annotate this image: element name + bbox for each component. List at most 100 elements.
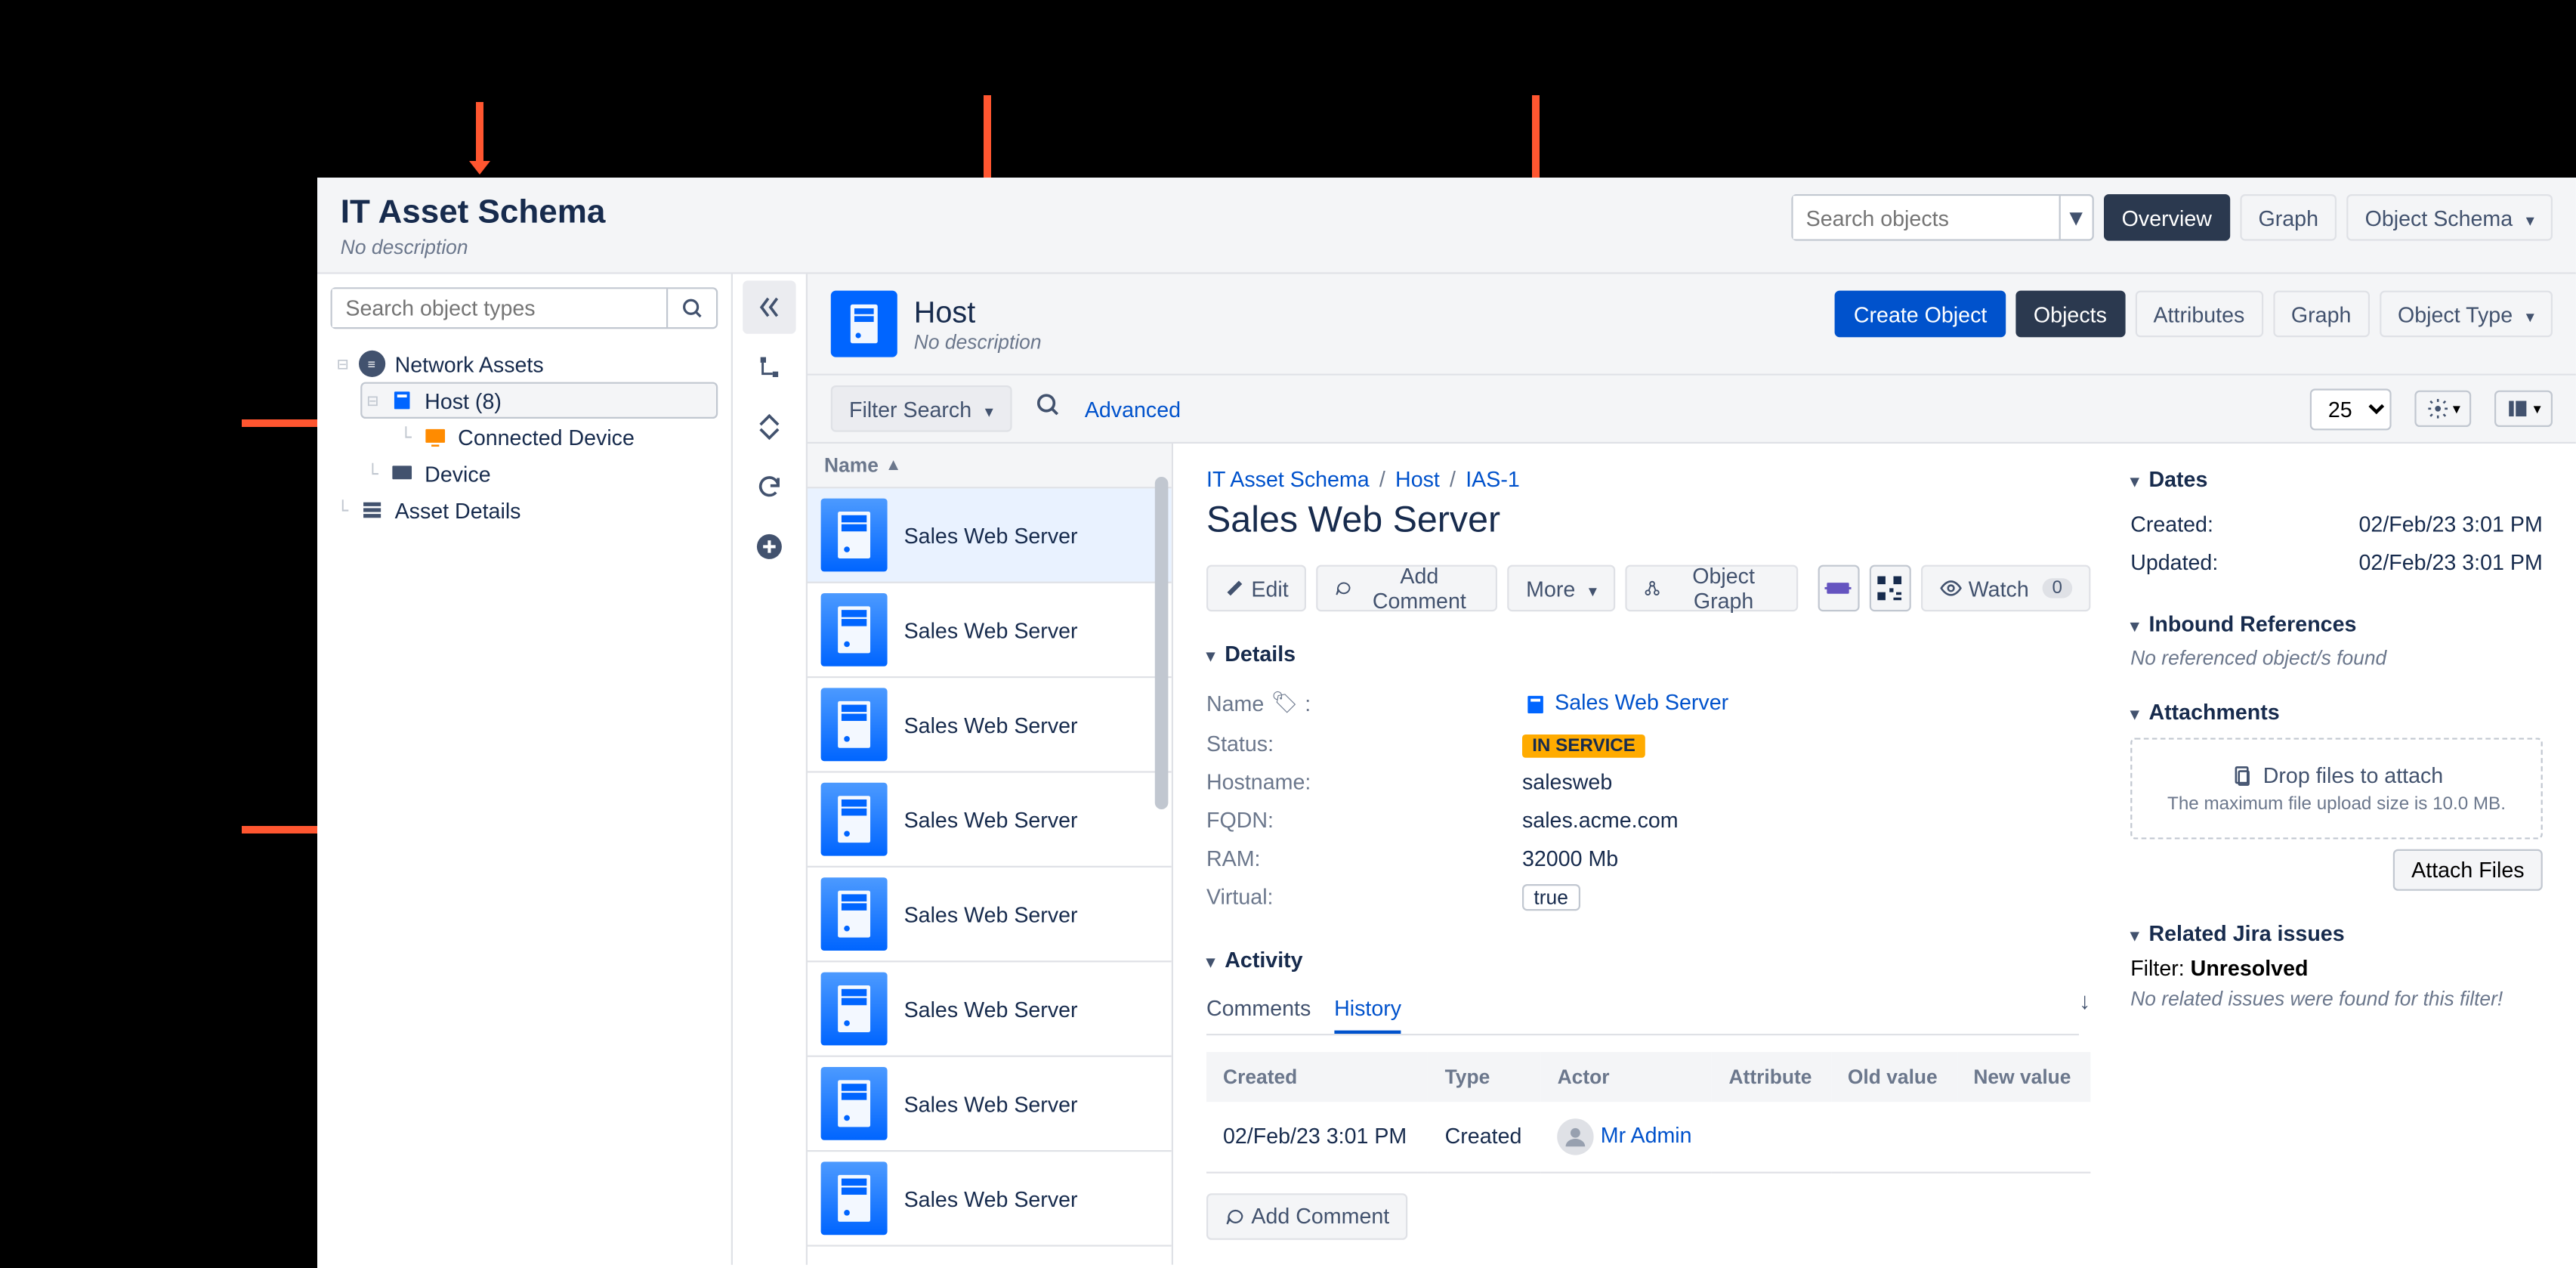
- crumb-schema[interactable]: IT Asset Schema: [1206, 467, 1370, 492]
- actor-link[interactable]: Mr Admin: [1601, 1122, 1692, 1147]
- filter-search-button[interactable]: Filter Search: [831, 385, 1012, 432]
- more-button[interactable]: More: [1508, 565, 1615, 612]
- server-icon: [821, 973, 888, 1046]
- server-icon: [821, 688, 888, 761]
- pencil-icon: [1225, 578, 1244, 598]
- objects-tab-button[interactable]: Objects: [2015, 291, 2125, 338]
- eye-icon: [1938, 577, 1962, 600]
- tree-item-host[interactable]: ⊟ Host (8): [360, 382, 718, 419]
- annotation-arrow-1: [476, 102, 483, 162]
- overview-button[interactable]: Overview: [2103, 194, 2230, 241]
- comment-icon: [1335, 578, 1352, 598]
- create-object-button[interactable]: Create Object: [1836, 291, 2006, 338]
- list-scrollbar[interactable]: [1155, 477, 1169, 809]
- edit-button[interactable]: Edit: [1206, 565, 1307, 612]
- host-icon: [388, 387, 415, 413]
- jira-issues-header[interactable]: Related Jira issues: [2130, 920, 2543, 945]
- tree-tool-refresh[interactable]: [743, 460, 795, 513]
- crumb-type[interactable]: Host: [1395, 467, 1440, 492]
- list-item[interactable]: Sales Web Server: [808, 1152, 1172, 1246]
- connected-device-icon: [422, 424, 448, 450]
- object-schema-button[interactable]: Object Schema: [2346, 194, 2553, 241]
- breadcrumb: IT Asset Schema / Host / IAS-1: [1206, 467, 2090, 492]
- collapse-sidebar-button[interactable]: [743, 280, 795, 333]
- host-icon: [1522, 691, 1549, 717]
- sidebar: ⊟ ≡ Network Assets ⊟ Host (8) └ Co: [317, 274, 733, 1265]
- tree-tool-collapse-all[interactable]: [743, 401, 795, 453]
- search-dropdown-toggle[interactable]: ▾: [2059, 196, 2092, 239]
- name-link[interactable]: Sales Web Server: [1555, 690, 1728, 715]
- graph-tab-button[interactable]: Graph: [2273, 291, 2370, 338]
- settings-dropdown[interactable]: ▾: [2414, 391, 2472, 427]
- list-item-label: Sales Web Server: [904, 617, 1078, 642]
- tab-comments[interactable]: Comments: [1206, 985, 1311, 1033]
- watch-button[interactable]: Watch 0: [1920, 565, 2090, 612]
- object-type-tree: ⊟ ≡ Network Assets ⊟ Host (8) └ Co: [331, 345, 718, 528]
- object-detail-panel: IT Asset Schema / Host / IAS-1 Sales Web…: [1173, 444, 2576, 1265]
- tree-tool-hierarchy[interactable]: [743, 341, 795, 394]
- crumb-id[interactable]: IAS-1: [1466, 467, 1520, 492]
- list-item[interactable]: Sales Web Server: [808, 773, 1172, 867]
- attachment-dropzone[interactable]: Drop files to attach The maximum file up…: [2130, 738, 2543, 839]
- object-graph-button[interactable]: Object Graph: [1625, 565, 1798, 612]
- search-object-types-input[interactable]: [332, 289, 666, 327]
- search-objects-wrap: ▾: [1791, 194, 2093, 241]
- list-item-label: Sales Web Server: [904, 902, 1078, 926]
- graph-button[interactable]: Graph: [2240, 194, 2337, 241]
- list-item[interactable]: Sales Web Server: [808, 962, 1172, 1056]
- search-icon[interactable]: [666, 289, 716, 327]
- avatar: [1558, 1118, 1594, 1154]
- advanced-link[interactable]: Advanced: [1085, 396, 1181, 421]
- tree-item-asset-details[interactable]: └ Asset Details: [331, 492, 718, 528]
- list-column-header[interactable]: Name ▲: [808, 444, 1172, 488]
- list-item-label: Sales Web Server: [904, 523, 1078, 548]
- list-item-label: Sales Web Server: [904, 712, 1078, 737]
- filter-search-icon[interactable]: [1035, 391, 1061, 426]
- list-item-label: Sales Web Server: [904, 1186, 1078, 1211]
- inbound-empty-text: No referenced object/s found: [2130, 646, 2543, 670]
- search-objects-input[interactable]: [1793, 196, 2059, 239]
- attributes-tab-button[interactable]: Attributes: [2135, 291, 2262, 338]
- attachments-header[interactable]: Attachments: [2130, 700, 2543, 725]
- object-type-title: Host: [914, 295, 1042, 329]
- qrcode-button[interactable]: [1869, 565, 1910, 612]
- page-size-select[interactable]: 25: [2310, 388, 2392, 429]
- tree-item-device[interactable]: └ Device: [360, 455, 718, 491]
- detail-side-panel: Dates Created:02/Feb/23 3:01 PM Updated:…: [2130, 467, 2543, 1242]
- print-button[interactable]: [1818, 565, 1859, 612]
- tree-tool-add[interactable]: [743, 520, 795, 573]
- annotation-arrow-4: [242, 419, 329, 427]
- sidebar-toolstrip: [733, 274, 808, 1265]
- network-icon: ≡: [358, 351, 385, 377]
- layout-dropdown[interactable]: ▾: [2495, 391, 2553, 427]
- label-icon: 🏷: [1271, 690, 1298, 716]
- details-section-header[interactable]: Details: [1206, 642, 2090, 666]
- list-item-label: Sales Web Server: [904, 997, 1078, 1022]
- activity-section-header[interactable]: Activity: [1206, 947, 2090, 972]
- list-item[interactable]: Sales Web Server: [808, 867, 1172, 962]
- list-item[interactable]: Sales Web Server: [808, 678, 1172, 772]
- tab-history[interactable]: History: [1334, 985, 1401, 1033]
- filter-bar: Filter Search Advanced 25 ▾ ▾: [808, 376, 2576, 444]
- add-comment-button[interactable]: Add Comment: [1317, 565, 1498, 612]
- object-type-dropdown[interactable]: Object Type: [2380, 291, 2553, 338]
- dates-section-header[interactable]: Dates: [2130, 467, 2543, 492]
- sort-desc-icon[interactable]: ↓: [2079, 986, 2090, 1019]
- add-comment-button-bottom[interactable]: Add Comment: [1206, 1192, 1407, 1239]
- tree-item-network-assets[interactable]: ⊟ ≡ Network Assets: [331, 345, 718, 382]
- object-type-description: No description: [914, 329, 1042, 353]
- list-item-label: Sales Web Server: [904, 1091, 1078, 1116]
- inbound-refs-header[interactable]: Inbound References: [2130, 611, 2543, 636]
- attach-files-button[interactable]: Attach Files: [2393, 849, 2543, 891]
- list-item[interactable]: Sales Web Server: [808, 488, 1172, 583]
- asset-details-icon: [358, 496, 385, 523]
- server-icon: [821, 877, 888, 951]
- status-badge: IN SERVICE: [1522, 734, 1645, 757]
- object-title: Sales Web Server: [1206, 499, 2090, 542]
- list-item[interactable]: Sales Web Server: [808, 1057, 1172, 1152]
- jira-empty-text: No related issues were found for this fi…: [2130, 987, 2543, 1010]
- server-icon: [821, 1067, 888, 1140]
- list-item[interactable]: Sales Web Server: [808, 583, 1172, 678]
- tree-item-connected-device[interactable]: └ Connected Device: [394, 419, 718, 455]
- graph-icon: [1644, 578, 1661, 598]
